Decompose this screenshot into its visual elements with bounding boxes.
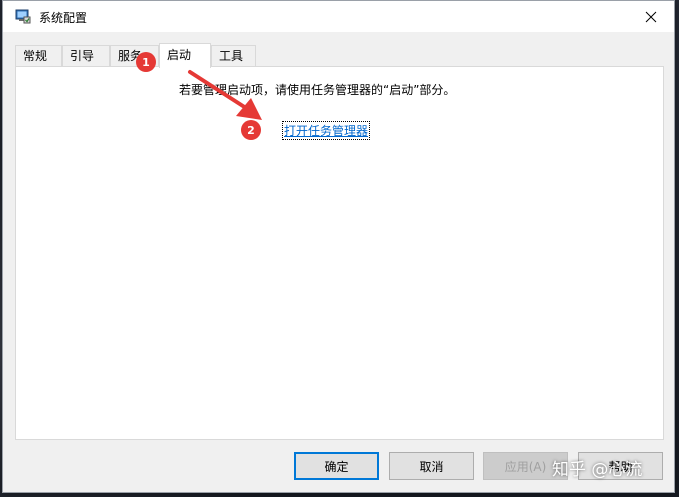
close-button[interactable]: [628, 1, 674, 32]
tab-startup[interactable]: 启动: [159, 43, 211, 68]
tab-boot[interactable]: 引导: [62, 45, 110, 67]
step-1-badge: 1: [136, 52, 156, 72]
step-2-badge: 2: [241, 120, 261, 140]
startup-info-text: 若要管理启动项，请使用任务管理器的“启动”部分。: [179, 83, 456, 97]
startup-tab-panel: 若要管理启动项，请使用任务管理器的“启动”部分。 打开任务管理器: [15, 66, 664, 440]
cancel-button[interactable]: 取消: [389, 452, 474, 480]
zhihu-watermark: 知乎 @心流: [552, 460, 643, 480]
msconfig-app-icon: [15, 8, 31, 24]
ok-button[interactable]: 确定: [294, 452, 379, 480]
tab-general[interactable]: 常规: [15, 45, 62, 67]
system-config-window: 系统配置 常规 引导 服务 启动 工具 若要管理启动项，请使用任务管理器的“启动…: [2, 0, 675, 493]
close-icon: [645, 11, 657, 22]
tab-tools[interactable]: 工具: [211, 45, 256, 67]
title-bar: 系统配置: [3, 1, 674, 32]
open-task-manager-link[interactable]: 打开任务管理器: [281, 121, 371, 140]
window-title: 系统配置: [39, 11, 88, 25]
